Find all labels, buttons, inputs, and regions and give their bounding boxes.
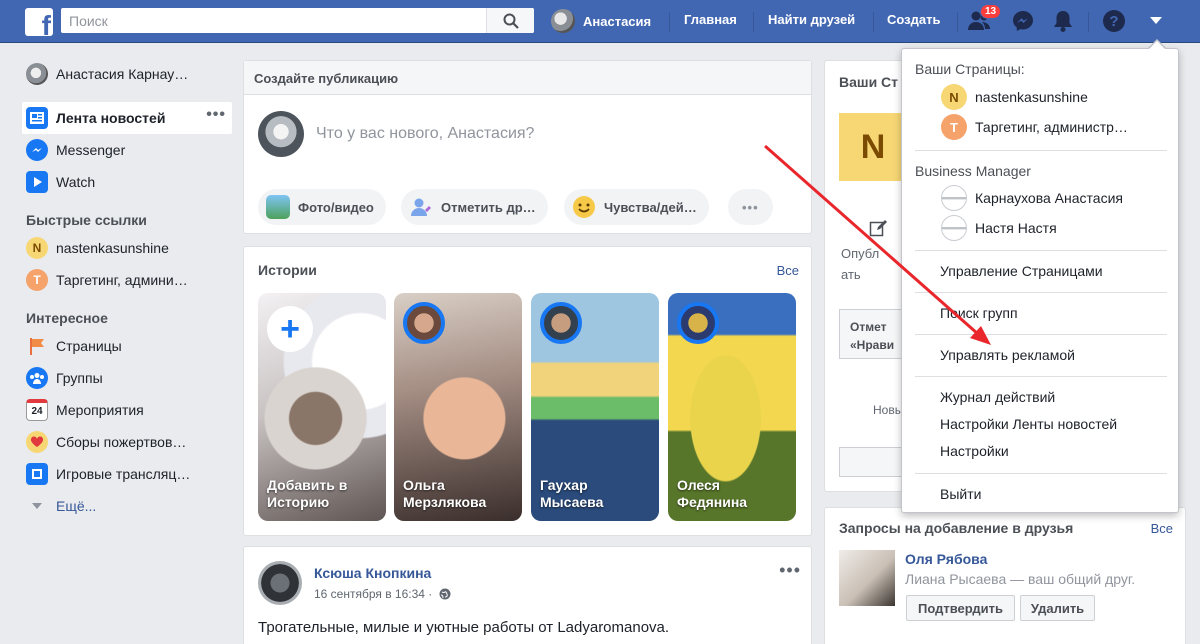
- annotation-arrow: [764, 144, 991, 345]
